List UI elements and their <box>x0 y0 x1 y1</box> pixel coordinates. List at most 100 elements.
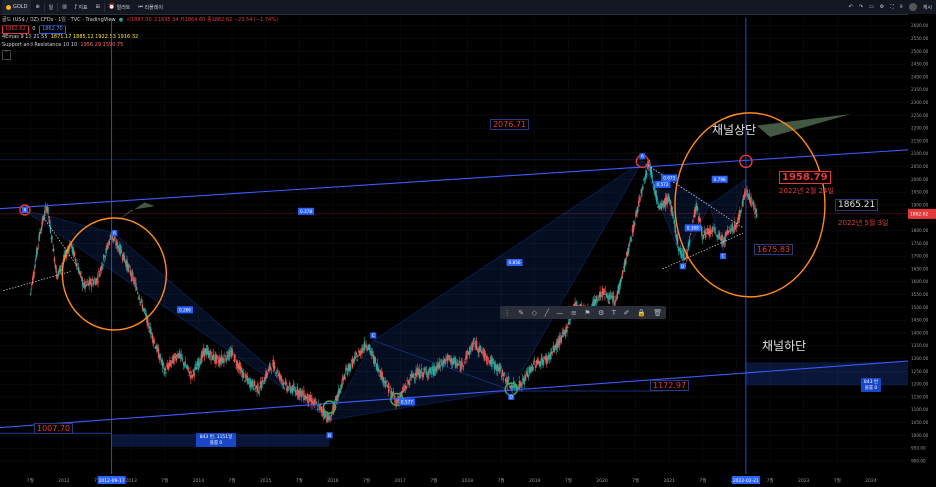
lock-icon[interactable]: 🔒 <box>637 309 646 317</box>
date-range-box <box>745 362 908 386</box>
candle-body <box>532 367 534 371</box>
chart-type-button[interactable]: ▥ <box>58 0 71 14</box>
y-tick-label: 1600.00 <box>911 279 929 284</box>
gear-icon[interactable]: ⚙ <box>598 309 604 317</box>
dash-icon[interactable]: — <box>556 309 563 317</box>
settings-icon[interactable]: ⚙ <box>880 4 884 10</box>
snapshot-icon[interactable]: ⌾ <box>900 4 903 10</box>
x-tick-label: 7월 <box>565 477 572 484</box>
pencil-icon[interactable]: ✎ <box>518 309 524 317</box>
candle-body <box>226 351 228 359</box>
grid-icon: ⊞ <box>95 4 100 10</box>
candle-body <box>190 372 193 374</box>
candle-body <box>449 355 451 360</box>
candle-body <box>701 239 704 240</box>
ratio-label: 0.577 <box>401 400 413 405</box>
candle-body <box>94 279 96 280</box>
candle-body <box>385 386 387 387</box>
publish-button[interactable]: 게시 <box>923 4 932 11</box>
x-tick-label: 7월 <box>161 477 168 484</box>
candle-body <box>253 381 256 386</box>
compare-button[interactable]: ⊕ <box>31 0 43 14</box>
candle-body <box>86 281 89 283</box>
candle-body <box>447 355 450 358</box>
undo-icon[interactable]: ↶ <box>849 4 853 10</box>
candle-body <box>262 377 264 379</box>
alert-label: 얼러트 <box>116 4 131 11</box>
candle-body <box>299 388 302 392</box>
interval-button[interactable]: 일 <box>45 0 58 14</box>
fullscreen-icon[interactable]: ⛶ <box>890 4 894 10</box>
line-icon[interactable]: ╱ <box>545 309 549 317</box>
y-tick-label: 1150.00 <box>911 394 929 399</box>
replay-button[interactable]: ⏮ 리플레이 <box>134 0 167 14</box>
price-axis-bg <box>908 14 936 487</box>
x-tick-label: 7월 <box>430 477 437 484</box>
line-style-icon[interactable]: ≡ <box>571 309 577 317</box>
candle-body <box>243 373 245 374</box>
time-axis[interactable]: 7월 2012 7월 2013 7월 2014 7월 2015 7월 2016 7월 2017 7월 20… <box>0 474 936 487</box>
redo-icon[interactable]: ↷ <box>859 4 863 10</box>
diamond-icon[interactable]: ◇ <box>532 309 537 317</box>
candle-body <box>568 322 571 325</box>
x-tick-label: 2018 <box>462 478 474 484</box>
candle-body <box>134 280 136 282</box>
x-tick-label: 7월 <box>632 477 639 484</box>
ratio-label: 0.856 <box>509 260 521 265</box>
candle-body <box>492 358 494 362</box>
flag-icon[interactable]: ⚑ <box>584 309 590 317</box>
brush-icon[interactable]: ✐ <box>624 309 630 317</box>
y-tick-label: 1050.00 <box>911 420 929 425</box>
symbol-search[interactable]: GOLD <box>2 0 32 14</box>
candle-body <box>128 265 131 267</box>
candle-body <box>80 272 82 274</box>
y-tick-label: 1350.00 <box>911 343 929 348</box>
candle-body <box>421 368 423 370</box>
text-icon[interactable]: T <box>612 309 616 317</box>
candle-body <box>566 329 568 333</box>
candle-body <box>248 378 250 380</box>
candle-body <box>114 236 116 239</box>
y-tick-label: 2150.00 <box>911 138 929 143</box>
candle-body <box>712 226 714 228</box>
current-price-tag-label: 1862.62 <box>910 211 928 217</box>
avatar[interactable] <box>908 3 917 11</box>
indicators-button[interactable]: ƒ 지표 <box>71 0 92 14</box>
candle-body <box>371 352 374 354</box>
candle-body <box>238 362 241 366</box>
ratio-label: 0.572 <box>657 182 669 187</box>
candle-body <box>461 361 463 363</box>
drag-handle-icon[interactable]: ⋮ <box>504 309 511 317</box>
price-axis[interactable]: 2600.00 2550.00 2500.00 2450.00 2400.00 2350.… <box>908 14 936 487</box>
x-tick-label: 2013 <box>125 478 137 484</box>
x-tick-label: 7월 <box>27 477 34 484</box>
templates-button[interactable]: ⊞ <box>92 0 104 14</box>
y-tick-label: 1750.00 <box>911 241 929 246</box>
candle-body <box>534 361 536 363</box>
y-tick-label: 2400.00 <box>911 74 929 79</box>
candle-body <box>262 383 265 385</box>
drawing-toolbar[interactable]: ⋮ ✎ ◇ ╱ — ≡ ⚑ ⚙ T ✐ 🔒 🗑 <box>500 306 666 319</box>
ratio-label: 0.798 <box>714 177 726 182</box>
candle-body <box>430 372 433 374</box>
label-current-date: 2022년 5월 3일 <box>838 219 889 227</box>
candle-body <box>258 390 261 392</box>
candle-body <box>90 284 93 288</box>
alert-button[interactable]: ⏰ 얼러트 <box>105 0 135 14</box>
candle-body <box>293 386 295 388</box>
y-tick-label: 1900.00 <box>911 202 929 207</box>
candle-body <box>254 387 257 390</box>
candle-body <box>223 358 225 363</box>
candle-body <box>500 366 502 370</box>
harmonic-patterns <box>23 160 908 447</box>
y-tick-label: 2300.00 <box>911 100 929 105</box>
candle-body <box>355 352 358 356</box>
candle-body <box>97 280 99 283</box>
candle-body <box>408 382 411 386</box>
label-low-2021: 1675.83 <box>754 244 794 255</box>
layout-icon[interactable]: ▭ <box>869 4 874 10</box>
trash-icon[interactable]: 🗑 <box>653 309 662 317</box>
price-chart[interactable]: 2600.00 2550.00 2500.00 2450.00 2400.00 2350.… <box>0 14 936 487</box>
label-low-2015: 1007.70 <box>34 423 74 434</box>
alarm-icon: ⏰ <box>108 4 115 10</box>
